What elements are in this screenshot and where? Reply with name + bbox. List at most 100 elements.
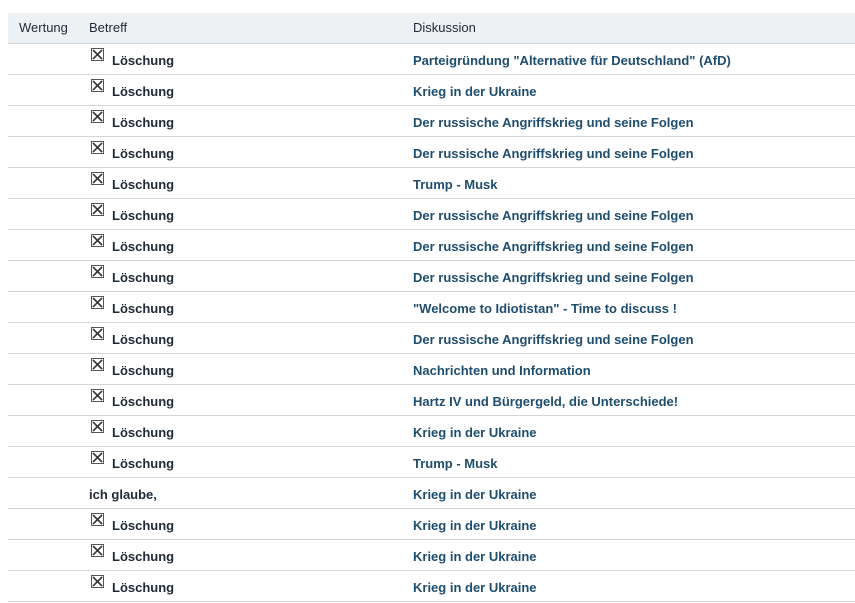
discussion-cell: Krieg in der Ukraine bbox=[413, 74, 855, 106]
table-row: Löschung Trump - Musk bbox=[8, 167, 855, 199]
rating-cell bbox=[8, 322, 89, 354]
subject-wrapper: Löschung bbox=[89, 172, 413, 192]
rating-cell bbox=[8, 415, 89, 447]
subject-wrapper: ich glaube, bbox=[89, 487, 413, 502]
subject-text: Löschung bbox=[112, 580, 175, 595]
discussion-cell: Krieg in der Ukraine bbox=[413, 415, 855, 447]
subject-cell: Löschung bbox=[89, 167, 413, 199]
subject-wrapper: Löschung bbox=[89, 79, 413, 99]
discussion-link[interactable]: Der russische Angriffskrieg und seine Fo… bbox=[413, 208, 694, 223]
subject-text: Löschung bbox=[112, 456, 175, 471]
table-row: Löschung Krieg in der Ukraine bbox=[8, 415, 855, 447]
rating-cell bbox=[8, 384, 89, 416]
table-row: Löschung Krieg in der Ukraine bbox=[8, 508, 855, 540]
rating-cell bbox=[8, 43, 89, 75]
table-row: Löschung Krieg in der Ukraine bbox=[8, 74, 855, 106]
table-row: Löschung Krieg in der Ukraine bbox=[8, 570, 855, 602]
table-body: Löschung Parteigründung "Alternative für … bbox=[8, 43, 855, 602]
deleted-post-icon bbox=[91, 575, 104, 588]
discussion-link[interactable]: Krieg in der Ukraine bbox=[413, 84, 537, 99]
discussion-link[interactable]: Krieg in der Ukraine bbox=[413, 518, 537, 533]
deleted-post-icon bbox=[91, 79, 104, 92]
discussion-cell: Hartz IV und Bürgergeld, die Unterschied… bbox=[413, 384, 855, 416]
subject-wrapper: Löschung bbox=[89, 327, 413, 347]
subject-cell: Löschung bbox=[89, 74, 413, 106]
subject-wrapper: Löschung bbox=[89, 203, 413, 223]
discussion-link[interactable]: Krieg in der Ukraine bbox=[413, 425, 537, 440]
page: Wertung Betreff Diskussion Löschung Parte… bbox=[0, 0, 855, 603]
subject-wrapper: Löschung bbox=[89, 544, 413, 564]
rating-cell bbox=[8, 260, 89, 292]
deleted-post-icon bbox=[91, 358, 104, 371]
discussion-link[interactable]: Hartz IV und Bürgergeld, die Unterschied… bbox=[413, 394, 678, 409]
subject-cell: ich glaube, bbox=[89, 477, 413, 509]
discussion-cell: Nachrichten und Information bbox=[413, 353, 855, 385]
deleted-post-icon bbox=[91, 110, 104, 123]
subject-text: Löschung bbox=[112, 270, 175, 285]
rating-cell bbox=[8, 291, 89, 323]
table-row: Löschung "Welcome to Idiotistan" - Time t… bbox=[8, 291, 855, 323]
subject-cell: Löschung bbox=[89, 136, 413, 168]
subject-cell: Löschung bbox=[89, 353, 413, 385]
discussion-link[interactable]: Krieg in der Ukraine bbox=[413, 549, 537, 564]
discussion-link[interactable]: Trump - Musk bbox=[413, 177, 498, 192]
discussion-cell: "Welcome to Idiotistan" - Time to discus… bbox=[413, 291, 855, 323]
header-discussion: Diskussion bbox=[413, 13, 855, 44]
page-title-cut bbox=[8, 0, 268, 4]
subject-cell: Löschung bbox=[89, 384, 413, 416]
subject-text: Löschung bbox=[112, 146, 175, 161]
subject-wrapper: Löschung bbox=[89, 451, 413, 471]
discussion-cell: Trump - Musk bbox=[413, 167, 855, 199]
subject-cell: Löschung bbox=[89, 260, 413, 292]
subject-cell: Löschung bbox=[89, 539, 413, 571]
deleted-post-icon bbox=[91, 234, 104, 247]
subject-cell: Löschung bbox=[89, 446, 413, 478]
subject-text: Löschung bbox=[112, 208, 175, 223]
table-row: Löschung Nachrichten und Information bbox=[8, 353, 855, 385]
discussion-link[interactable]: Der russische Angriffskrieg und seine Fo… bbox=[413, 146, 694, 161]
discussion-link[interactable]: Der russische Angriffskrieg und seine Fo… bbox=[413, 332, 694, 347]
table-row: Löschung Der russische Angriffskrieg und … bbox=[8, 260, 855, 292]
deleted-post-icon bbox=[91, 420, 104, 433]
subject-cell: Löschung bbox=[89, 229, 413, 261]
subject-text: ich glaube, bbox=[89, 487, 157, 502]
subject-wrapper: Löschung bbox=[89, 296, 413, 316]
discussion-link[interactable]: Krieg in der Ukraine bbox=[413, 580, 537, 595]
discussion-link[interactable]: Trump - Musk bbox=[413, 456, 498, 471]
header-subject: Betreff bbox=[89, 13, 413, 44]
subject-text: Löschung bbox=[112, 115, 175, 130]
discussion-cell: Krieg in der Ukraine bbox=[413, 539, 855, 571]
subject-text: Löschung bbox=[112, 177, 175, 192]
deleted-post-icon bbox=[91, 203, 104, 216]
discussion-link[interactable]: Nachrichten und Information bbox=[413, 363, 591, 378]
discussion-link[interactable]: "Welcome to Idiotistan" - Time to discus… bbox=[413, 301, 677, 316]
discussion-cell: Der russische Angriffskrieg und seine Fo… bbox=[413, 105, 855, 137]
discussion-link[interactable]: Krieg in der Ukraine bbox=[413, 487, 537, 502]
rating-cell bbox=[8, 105, 89, 137]
rating-cell bbox=[8, 477, 89, 509]
table-header: Wertung Betreff Diskussion bbox=[8, 13, 855, 44]
deleted-post-icon bbox=[91, 48, 104, 61]
header-row: Wertung Betreff Diskussion bbox=[8, 13, 855, 44]
table-row: Löschung Krieg in der Ukraine bbox=[8, 539, 855, 571]
subject-cell: Löschung bbox=[89, 322, 413, 354]
discussion-link[interactable]: Parteigründung "Alternative für Deutschl… bbox=[413, 53, 731, 68]
subject-text: Löschung bbox=[112, 394, 175, 409]
subject-text: Löschung bbox=[112, 301, 175, 316]
subject-text: Löschung bbox=[112, 332, 175, 347]
discussion-link[interactable]: Der russische Angriffskrieg und seine Fo… bbox=[413, 115, 694, 130]
subject-wrapper: Löschung bbox=[89, 141, 413, 161]
table-row: Löschung Der russische Angriffskrieg und … bbox=[8, 229, 855, 261]
discussion-link[interactable]: Der russische Angriffskrieg und seine Fo… bbox=[413, 239, 694, 254]
deleted-post-icon bbox=[91, 296, 104, 309]
deleted-post-icon bbox=[91, 451, 104, 464]
discussion-link[interactable]: Der russische Angriffskrieg und seine Fo… bbox=[413, 270, 694, 285]
subject-text: Löschung bbox=[112, 239, 175, 254]
deleted-post-icon bbox=[91, 172, 104, 185]
table-row: Löschung Trump - Musk bbox=[8, 446, 855, 478]
subject-cell: Löschung bbox=[89, 198, 413, 230]
subject-wrapper: Löschung bbox=[89, 575, 413, 595]
subject-wrapper: Löschung bbox=[89, 265, 413, 285]
discussion-cell: Der russische Angriffskrieg und seine Fo… bbox=[413, 136, 855, 168]
rating-cell bbox=[8, 229, 89, 261]
